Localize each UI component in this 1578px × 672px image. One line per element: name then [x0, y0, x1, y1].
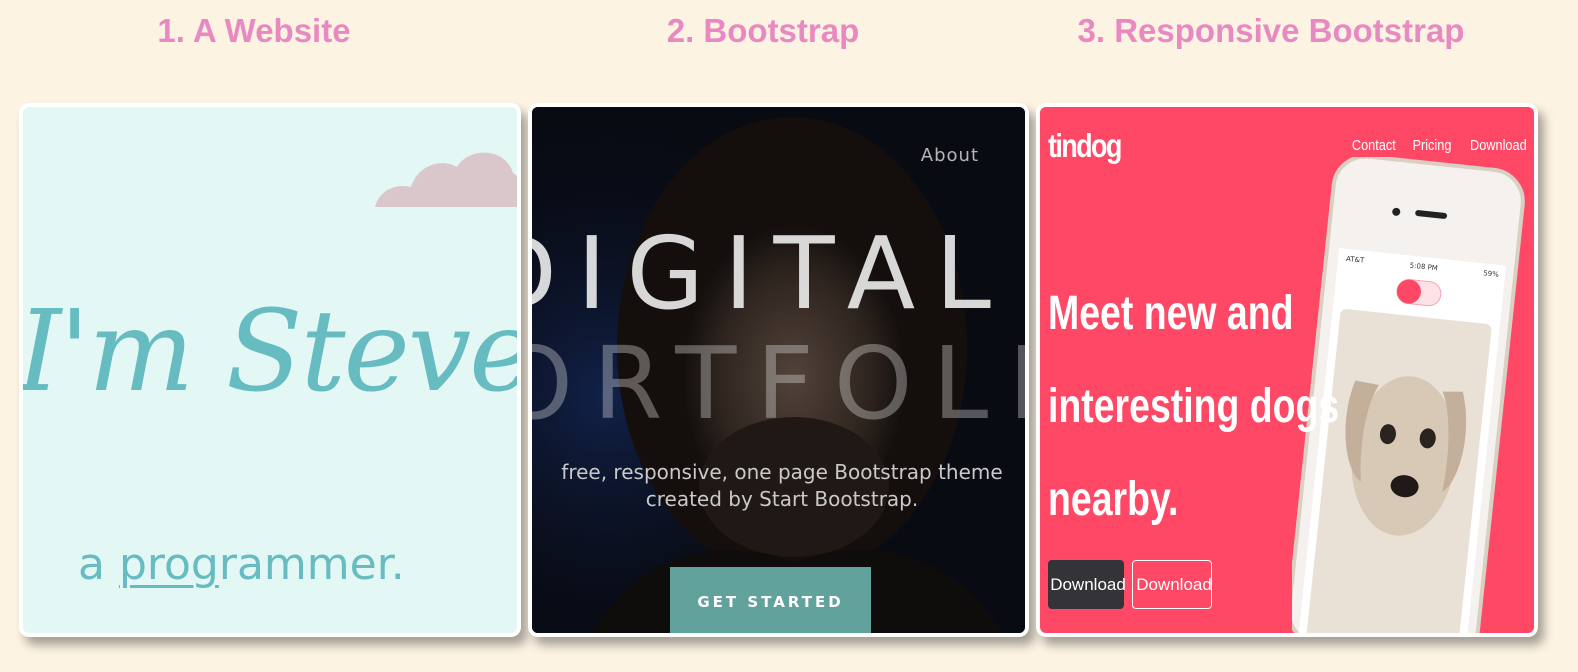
- tagline-link[interactable]: prog: [119, 539, 219, 590]
- nav-contact-link[interactable]: Contact: [1352, 137, 1396, 154]
- get-started-button[interactable]: GET STARTED: [670, 567, 871, 633]
- website-preview-card[interactable]: I'm Steven a programmer.: [19, 103, 521, 637]
- headline-line3: nearby.: [1048, 473, 1179, 526]
- responsive-preview-card[interactable]: tindog Contact Pricing Download AT&T 5:0…: [1036, 103, 1538, 637]
- headline-line1: Meet new and: [1048, 287, 1294, 340]
- column-title-website: 1. A Website: [157, 12, 351, 49]
- tindog-logo[interactable]: tindog: [1048, 127, 1122, 165]
- hero-subtext: free, responsive, one page Bootstrap the…: [532, 459, 1025, 513]
- google-download-label: Download: [1136, 574, 1212, 594]
- google-play-download-button[interactable]: Download: [1132, 560, 1212, 609]
- column-title-responsive: 3. Responsive Bootstrap: [1077, 12, 1465, 49]
- hero-name-heading: I'm Steven: [19, 287, 517, 417]
- nav-download-link[interactable]: Download: [1470, 137, 1527, 154]
- nav-pricing-link[interactable]: Pricing: [1413, 137, 1452, 154]
- hero-title-line1: DIGITAL: [528, 215, 1011, 332]
- subtext-line2: created by Start Bootstrap.: [645, 487, 919, 511]
- nav-about-link[interactable]: About: [921, 145, 979, 166]
- apple-download-button[interactable]: Download: [1048, 560, 1126, 609]
- bootstrap-preview-card[interactable]: About DIGITAL PORTFOLIO free, responsive…: [528, 103, 1029, 637]
- hero-title-line2: PORTFOLIO: [532, 325, 1025, 442]
- cloud-icon: [375, 152, 517, 207]
- apple-download-label: Download: [1050, 574, 1126, 594]
- hero-tagline: a programmer.: [78, 539, 405, 590]
- phone-battery: 59%: [1483, 269, 1500, 279]
- column-title-bootstrap: 2. Bootstrap: [666, 12, 860, 49]
- subtext-line1: free, responsive, one page Bootstrap the…: [561, 460, 1003, 484]
- top-nav: Contact Pricing Download: [1348, 137, 1532, 154]
- headline-line2: interesting dogs: [1048, 380, 1340, 433]
- tagline-prefix: a: [78, 539, 119, 590]
- tagline-suffix: rammer.: [218, 539, 405, 590]
- hero-headline: Meet new and interesting dogs nearby.: [1048, 267, 1339, 546]
